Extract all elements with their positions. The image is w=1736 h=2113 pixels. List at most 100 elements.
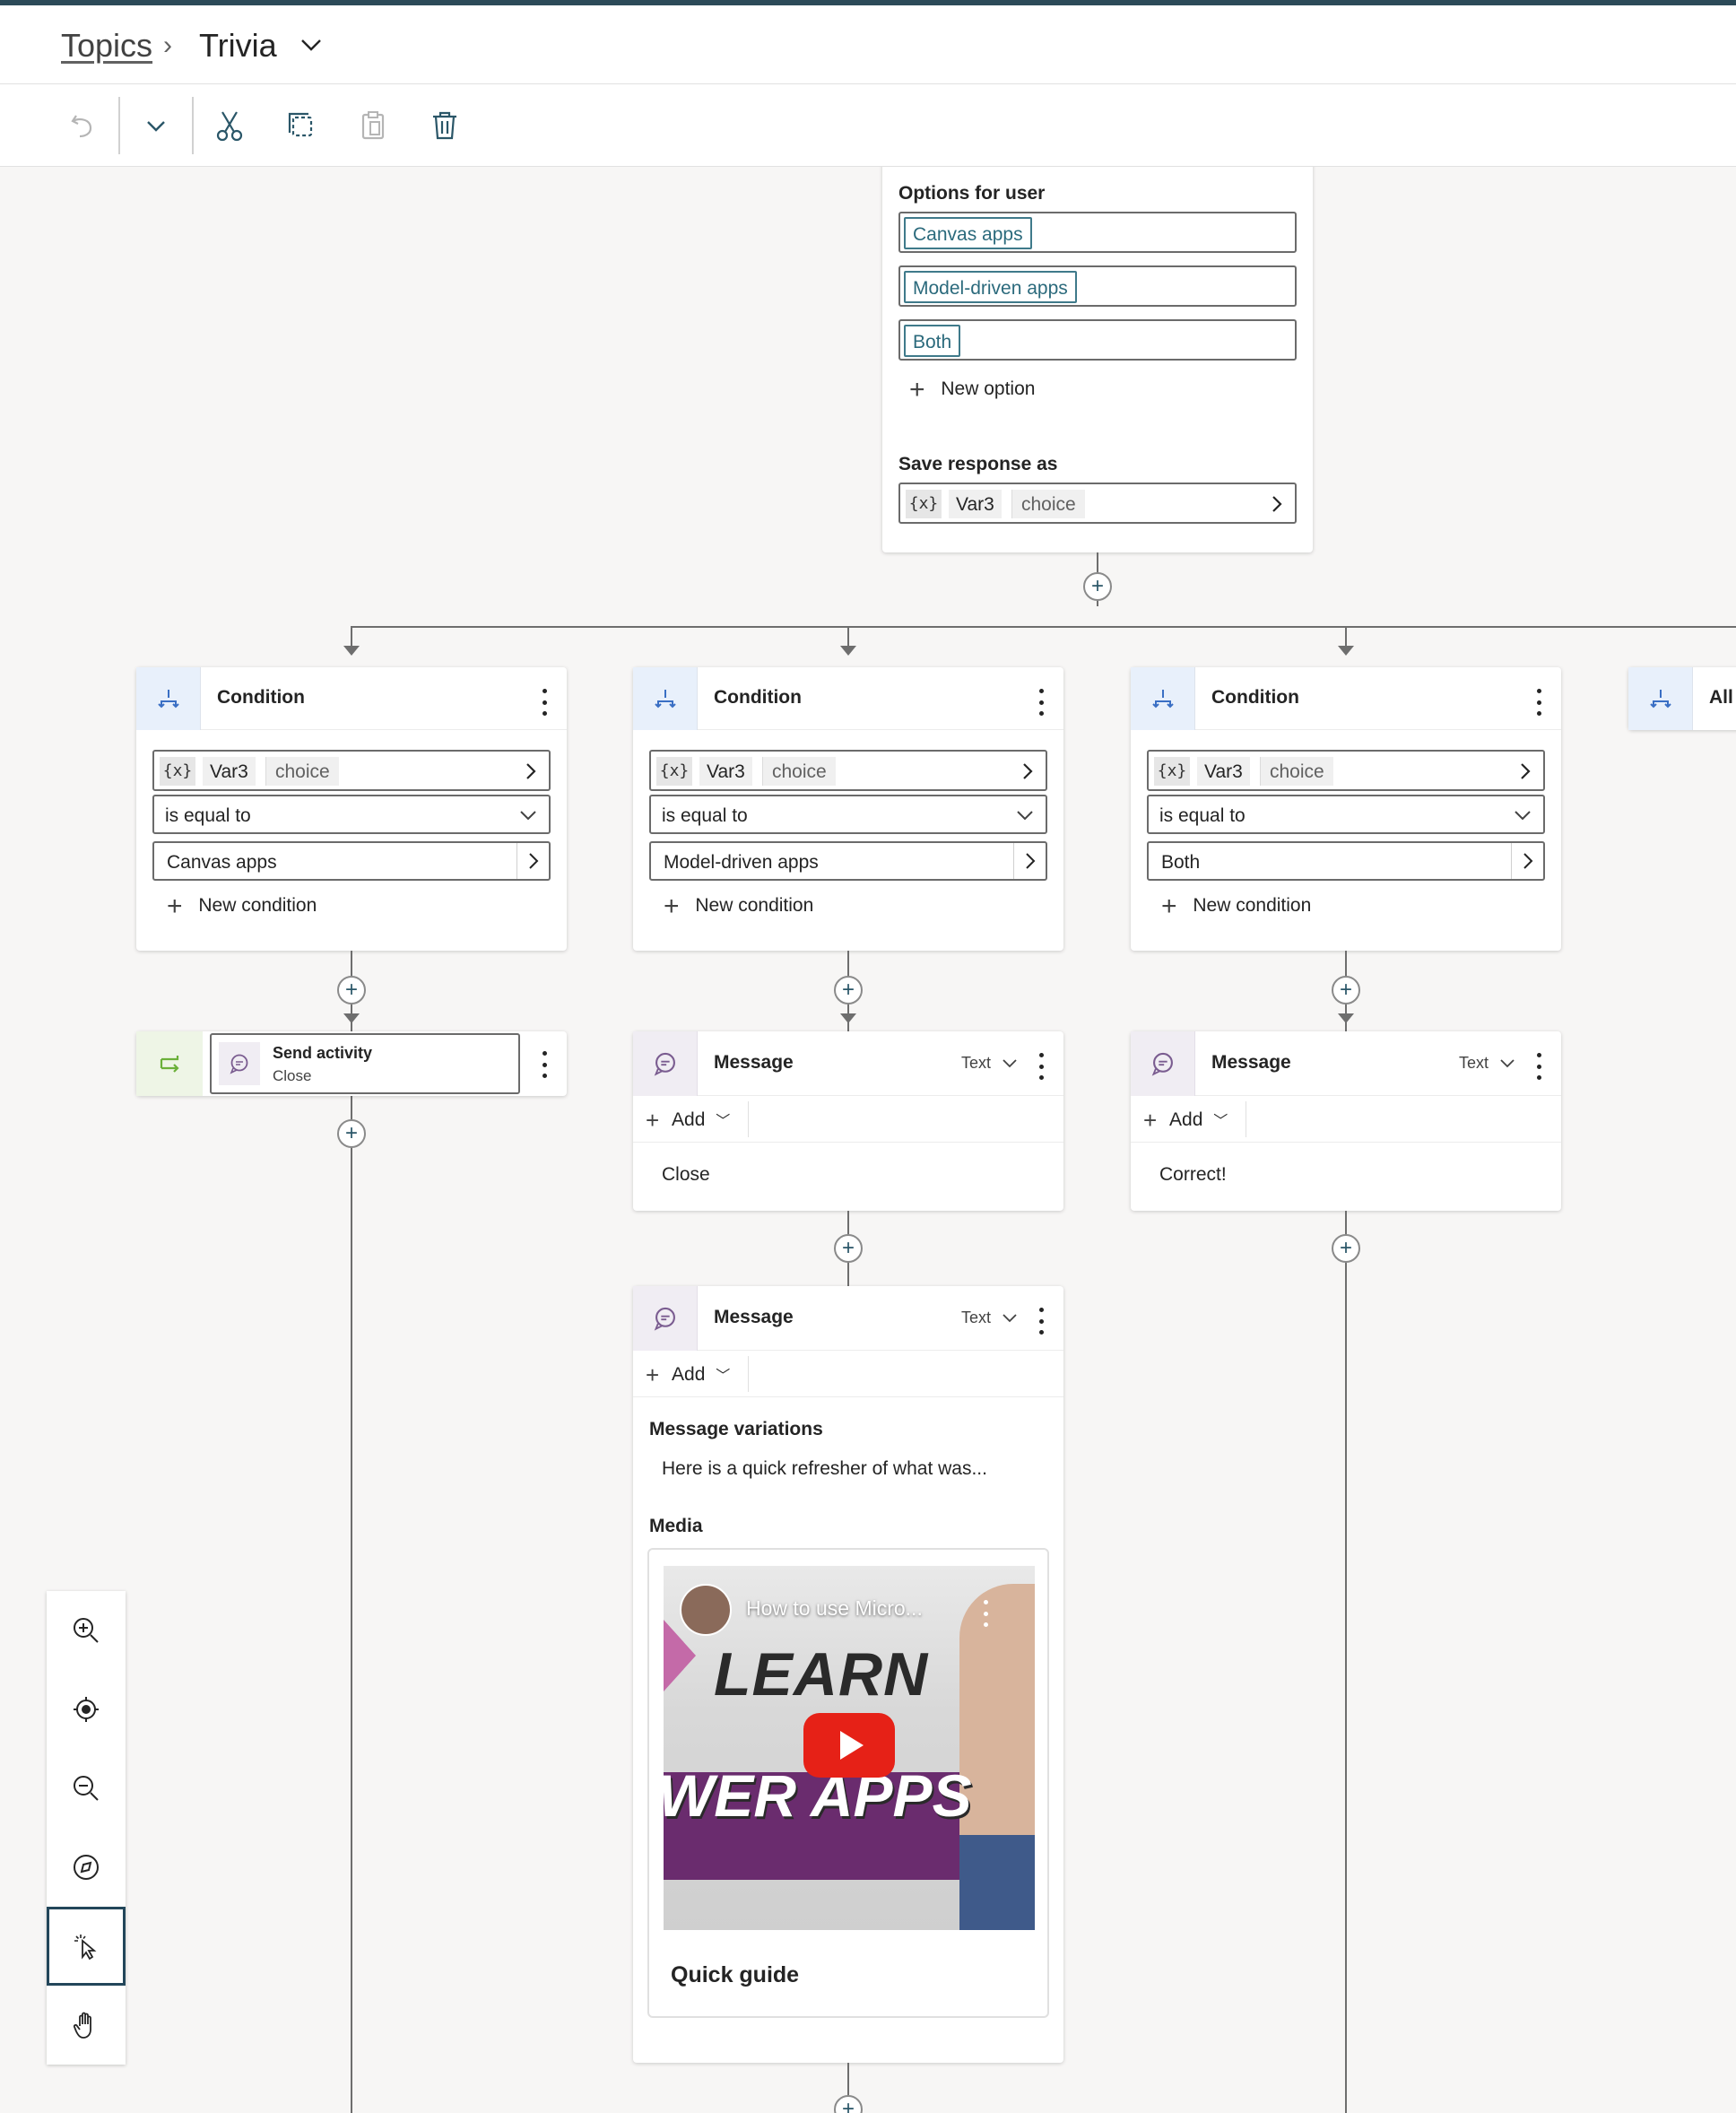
add-node-button[interactable]: + [834, 2095, 863, 2113]
add-node-button[interactable]: + [1332, 1234, 1360, 1263]
option-tag[interactable]: Canvas apps [904, 217, 1032, 249]
condition-card[interactable]: Condition {x} Var3 choice is equal to Mo… [633, 667, 1063, 951]
condition-value-field[interactable]: Canvas apps [152, 841, 551, 881]
variable-icon: {x} [160, 757, 195, 786]
new-condition-button[interactable]: + New condition [664, 891, 813, 922]
undo-button[interactable] [59, 102, 106, 149]
cut-button[interactable] [206, 102, 253, 149]
add-node-button[interactable]: + [834, 1234, 863, 1263]
paste-button[interactable] [350, 102, 396, 149]
arrow-icon [840, 1013, 856, 1023]
more-options-icon[interactable] [1037, 1053, 1046, 1080]
video-menu-icon[interactable] [981, 1600, 990, 1627]
new-condition-button[interactable]: + New condition [167, 891, 317, 922]
send-activity-node[interactable]: Send activity Close [136, 1031, 567, 1096]
authoring-canvas[interactable]: Options for user Canvas apps Model-drive… [4, 167, 1736, 2113]
new-condition-button[interactable]: + New condition [1161, 891, 1311, 922]
trash-icon [433, 111, 456, 140]
more-options-icon[interactable] [1037, 689, 1046, 716]
question-node-card[interactable]: Options for user Canvas apps Model-drive… [882, 167, 1313, 552]
channel-avatar [680, 1584, 732, 1636]
more-options-icon[interactable] [540, 1051, 549, 1078]
breadcrumb-current-topic: Trivia [199, 27, 277, 64]
zoom-in-button[interactable] [47, 1591, 126, 1670]
connector-line [351, 1148, 352, 2113]
add-button[interactable]: + Add ﹀ [1143, 1107, 1228, 1135]
more-options-icon[interactable] [540, 689, 549, 716]
plus-icon: + [344, 1121, 358, 1145]
new-option-button[interactable]: + New option [909, 375, 1035, 405]
option-tag[interactable]: Both [904, 325, 961, 357]
add-label: Add [672, 1364, 706, 1385]
operator-dropdown[interactable]: is equal to [649, 795, 1047, 834]
media-card[interactable]: How to use Micro... LEARN WER APPS Quick… [647, 1548, 1049, 2018]
message-type-dropdown[interactable]: Text [1459, 1054, 1489, 1073]
presenter-shirt [959, 1835, 1035, 1930]
add-node-button[interactable]: + [337, 1119, 366, 1148]
pan-mode-button[interactable] [47, 1986, 126, 2065]
message-text[interactable]: Close [662, 1164, 710, 1186]
message-node-with-media[interactable]: Message Text + Add ﹀ Message variations … [633, 1286, 1063, 2063]
message-type-dropdown[interactable]: Text [961, 1054, 991, 1073]
message-type-dropdown[interactable]: Text [961, 1309, 991, 1327]
message-icon [1131, 1031, 1195, 1096]
save-response-variable-field[interactable]: {x} Var3 choice [898, 483, 1297, 524]
add-node-button[interactable]: + [1332, 976, 1360, 1004]
add-node-button[interactable]: + [337, 976, 366, 1004]
option-field[interactable]: Model-driven apps [898, 265, 1297, 307]
add-node-button[interactable]: + [1083, 572, 1112, 601]
add-button[interactable]: + Add ﹀ [646, 1361, 730, 1389]
all-other-conditions-card[interactable]: All [1628, 667, 1736, 730]
message-header: Message Text [633, 1031, 1063, 1096]
send-activity-field[interactable]: Send activity Close [210, 1033, 520, 1094]
option-tag[interactable]: Model-driven apps [904, 271, 1077, 303]
copy-button[interactable] [278, 102, 325, 149]
add-content-row: + Add ﹀ [633, 1096, 1063, 1143]
video-thumbnail[interactable]: How to use Micro... LEARN WER APPS [664, 1566, 1035, 1930]
more-options-icon[interactable] [1534, 1053, 1543, 1080]
condition-title: Condition [714, 687, 802, 708]
message-text[interactable]: Correct! [1159, 1164, 1227, 1186]
plus-icon: + [841, 978, 855, 1002]
add-label: Add [672, 1109, 706, 1130]
add-button[interactable]: + Add ﹀ [646, 1107, 730, 1135]
undo-history-dropdown[interactable] [133, 102, 179, 149]
value-picker-button[interactable] [1013, 843, 1046, 879]
chevron-down-icon: ﹀ [716, 1369, 731, 1384]
condition-variable-field[interactable]: {x} Var3 choice [1147, 750, 1545, 791]
value-picker-button[interactable] [1511, 843, 1543, 879]
option-field[interactable]: Canvas apps [898, 212, 1297, 253]
variable-name: Var3 [1197, 757, 1250, 786]
target-icon [74, 1697, 99, 1722]
condition-value-field[interactable]: Both [1147, 841, 1545, 881]
message-node[interactable]: Message Text + Add ﹀ Close [633, 1031, 1063, 1211]
delete-button[interactable] [421, 102, 468, 149]
select-mode-button[interactable] [47, 1907, 126, 1986]
variable-type: choice [265, 757, 339, 786]
option-field[interactable]: Both [898, 319, 1297, 361]
minimap-button[interactable] [47, 1828, 126, 1907]
play-button[interactable] [803, 1713, 895, 1778]
condition-value-field[interactable]: Model-driven apps [649, 841, 1047, 881]
message-variation-text[interactable]: Here is a quick refresher of what was... [662, 1458, 987, 1480]
value-picker-button[interactable] [516, 843, 549, 879]
message-node[interactable]: Message Text + Add ﹀ Correct! [1131, 1031, 1561, 1211]
operator-dropdown[interactable]: is equal to [152, 795, 551, 834]
chevron-down-icon[interactable] [298, 34, 325, 56]
condition-value: Canvas apps [167, 852, 277, 873]
operator-dropdown[interactable]: is equal to [1147, 795, 1545, 834]
condition-card[interactable]: Condition {x} Var3 choice is equal to Bo… [1131, 667, 1561, 951]
condition-variable-field[interactable]: {x} Var3 choice [649, 750, 1047, 791]
chevron-right-icon [1523, 853, 1533, 869]
send-activity-subtitle: Close [273, 1067, 312, 1084]
chevron-down-icon [1500, 1059, 1515, 1068]
condition-variable-field[interactable]: {x} Var3 choice [152, 750, 551, 791]
zoom-out-button[interactable] [47, 1749, 126, 1828]
more-options-icon[interactable] [1037, 1308, 1046, 1335]
recenter-button[interactable] [47, 1670, 126, 1749]
add-node-button[interactable]: + [834, 976, 863, 1004]
breadcrumb-topics-link[interactable]: Topics [61, 27, 152, 65]
condition-card[interactable]: Condition {x} Var3 choice is equal to Ca… [136, 667, 567, 951]
more-options-icon[interactable] [1534, 689, 1543, 716]
plus-icon: + [646, 1107, 660, 1134]
